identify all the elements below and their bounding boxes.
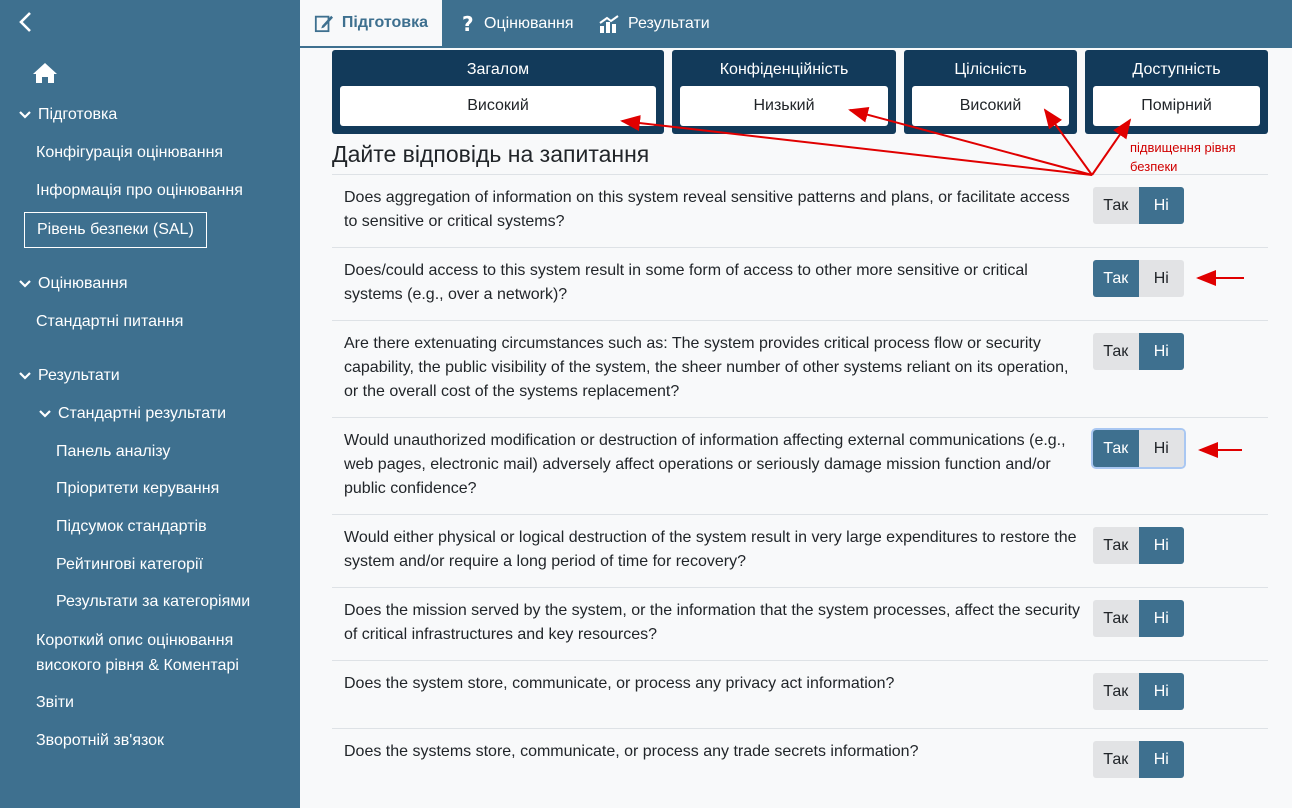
nav-item-executive-summary[interactable]: Короткий опис оцінювання високого рівня …: [36, 628, 276, 678]
yes-button[interactable]: Так: [1093, 187, 1139, 224]
chevron-down-icon: [19, 280, 31, 288]
nav-item-security-level[interactable]: Рівень безпеки (SAL): [24, 212, 207, 248]
yes-button[interactable]: Так: [1093, 260, 1139, 297]
nav-section-label: Стандартні результати: [58, 405, 227, 422]
top-tab-bar: Підготовка ? Оцінювання Результати: [300, 0, 1292, 48]
page-heading: Дайте відповідь на запитання: [332, 141, 650, 167]
sal-card-value[interactable]: Високий: [912, 86, 1069, 126]
nav-section-label: Підготовка: [38, 106, 118, 123]
nav-section-results[interactable]: Результати: [18, 367, 120, 385]
home-icon[interactable]: [32, 62, 58, 84]
tab-results[interactable]: Результати: [598, 0, 710, 48]
yes-button[interactable]: Так: [1093, 430, 1139, 467]
sal-card-value[interactable]: Низький: [680, 86, 888, 126]
question-icon: ?: [462, 13, 474, 35]
nav-subsection-standard-results[interactable]: Стандартні результати: [38, 405, 226, 423]
nav-section-assessment[interactable]: Оцінювання: [18, 275, 128, 293]
nav-section-label: Результати: [38, 367, 120, 384]
yes-button[interactable]: Так: [1093, 673, 1139, 710]
question-text: Does the systems store, communicate, or …: [344, 743, 919, 760]
yes-button[interactable]: Так: [1093, 600, 1139, 637]
yes-no-toggle: Так Ні: [1093, 673, 1184, 710]
tab-preparation[interactable]: Підготовка: [300, 0, 442, 48]
nav-item-feedback[interactable]: Зворотній зв'язок: [36, 732, 164, 750]
question-text: Would either physical or logical destruc…: [344, 529, 1077, 570]
tab-label: Підготовка: [341, 14, 428, 31]
yes-no-toggle: Так Ні: [1093, 741, 1184, 778]
nav-item-ranked-categories[interactable]: Рейтингові категорії: [56, 556, 203, 574]
chevron-down-icon: [19, 372, 31, 380]
svg-text:?: ?: [462, 13, 474, 35]
sal-card-confidentiality: Конфіденційність Низький: [672, 50, 896, 134]
chevron-left-icon[interactable]: [16, 10, 36, 34]
nav-item-assessment-config[interactable]: Конфігурація оцінювання: [36, 144, 223, 162]
tab-label: Результати: [628, 15, 710, 32]
no-button[interactable]: Ні: [1138, 430, 1184, 467]
sal-card-availability: Доступність Помірний: [1085, 50, 1268, 134]
question-text: Does/could access to this system result …: [344, 262, 1028, 303]
nav-item-control-priorities[interactable]: Пріоритети керування: [56, 480, 219, 498]
chevron-down-icon: [39, 410, 51, 418]
sal-card-title: Доступність: [1132, 61, 1221, 78]
no-button[interactable]: Ні: [1138, 260, 1184, 297]
yes-button[interactable]: Так: [1093, 527, 1139, 564]
sidebar: Підготовка Конфігурація оцінювання Інфор…: [0, 0, 300, 808]
yes-button[interactable]: Так: [1093, 741, 1139, 778]
yes-no-toggle: Так Ні: [1093, 260, 1184, 297]
chevron-down-icon: [19, 111, 31, 119]
edit-icon: [314, 15, 334, 33]
yes-no-toggle: Так Ні: [1093, 600, 1184, 637]
annotation-note: підвищення рівня безпеки: [1130, 140, 1236, 174]
question-text: Does the system store, communicate, or p…: [344, 675, 895, 692]
nav-item-standards-summary[interactable]: Підсумок стандартів: [56, 518, 207, 536]
no-button[interactable]: Ні: [1138, 600, 1184, 637]
sal-card-title: Загалом: [466, 61, 530, 78]
nav-item-analysis-dashboard[interactable]: Панель аналізу: [56, 443, 170, 461]
no-button[interactable]: Ні: [1138, 333, 1184, 370]
sal-card-value[interactable]: Помірний: [1093, 86, 1260, 126]
sal-card-title: Конфіденційність: [719, 61, 849, 78]
tab-assessment[interactable]: ? Оцінювання: [460, 0, 574, 48]
tab-label: Оцінювання: [484, 15, 574, 32]
sal-card-title: Цілісність: [954, 61, 1027, 78]
no-button[interactable]: Ні: [1138, 527, 1184, 564]
nav-section-preparation[interactable]: Підготовка: [18, 106, 117, 124]
yes-no-toggle: Так Ні: [1093, 333, 1184, 370]
yes-no-toggle: Так Ні: [1093, 430, 1184, 467]
question-text: Does aggregation of information on this …: [344, 189, 1070, 230]
question-text: Would unauthorized modification or destr…: [344, 432, 1066, 497]
sal-card-value[interactable]: Високий: [340, 86, 656, 126]
nav-item-standard-questions[interactable]: Стандартні питання: [36, 313, 183, 331]
sal-card-overall: Загалом Високий: [332, 50, 664, 134]
chart-icon: [599, 15, 619, 33]
yes-no-toggle: Так Ні: [1093, 527, 1184, 564]
sal-card-integrity: Цілісність Високий: [904, 50, 1077, 134]
yes-no-toggle: Так Ні: [1093, 187, 1184, 224]
nav-item-reports[interactable]: Звіти: [36, 694, 74, 712]
no-button[interactable]: Ні: [1138, 673, 1184, 710]
no-button[interactable]: Ні: [1138, 187, 1184, 224]
yes-button[interactable]: Так: [1093, 333, 1139, 370]
no-button[interactable]: Ні: [1138, 741, 1184, 778]
question-text: Does the mission served by the system, o…: [344, 602, 1081, 643]
question-text: Are there extenuating circumstances such…: [344, 335, 1069, 400]
nav-item-results-by-category[interactable]: Результати за категоріями: [56, 593, 250, 611]
nav-section-label: Оцінювання: [38, 275, 128, 292]
nav-item-assessment-info[interactable]: Інформація про оцінювання: [36, 182, 243, 200]
